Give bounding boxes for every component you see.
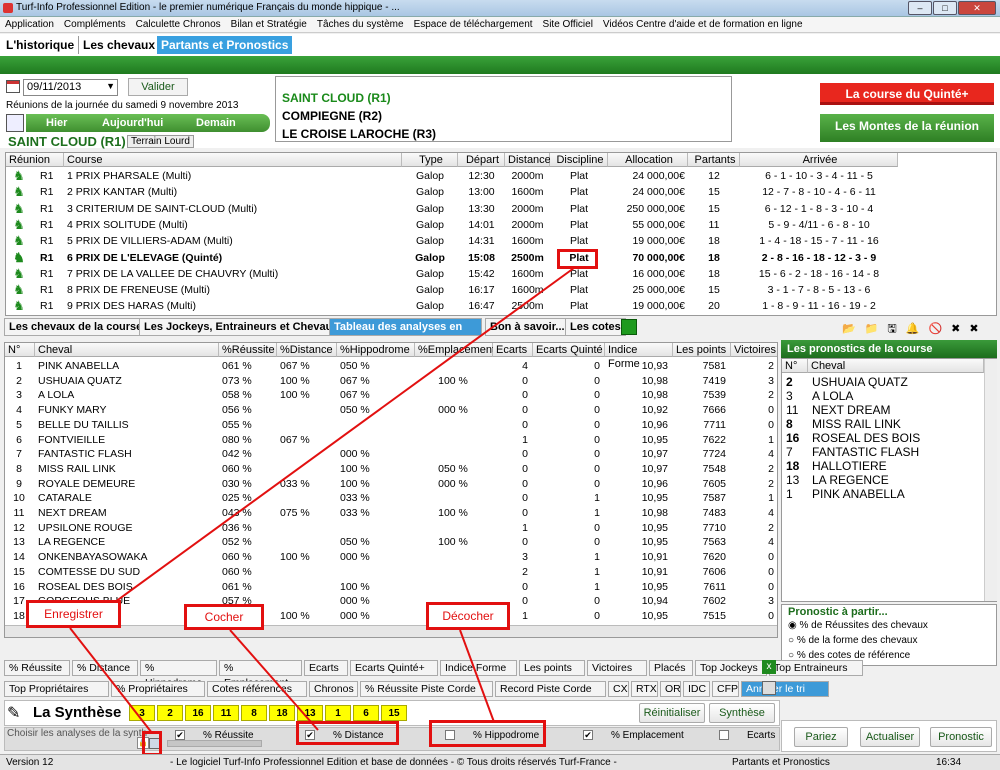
status-bar: Version 12 - Le logiciel Turf-Info Profe… xyxy=(0,754,1000,770)
arrow-line xyxy=(114,267,575,603)
arrow-line xyxy=(229,629,319,731)
arrow-line xyxy=(69,627,153,734)
annotation-arrows xyxy=(69,267,575,734)
status-section: Partants et Pronostics xyxy=(732,757,830,768)
status-time: 16:34 xyxy=(936,757,962,768)
arrow-line xyxy=(459,629,495,723)
status-message: - Le logiciel Turf-Info Professionnel Ed… xyxy=(170,757,617,768)
status-version: Version 12 xyxy=(6,757,54,768)
